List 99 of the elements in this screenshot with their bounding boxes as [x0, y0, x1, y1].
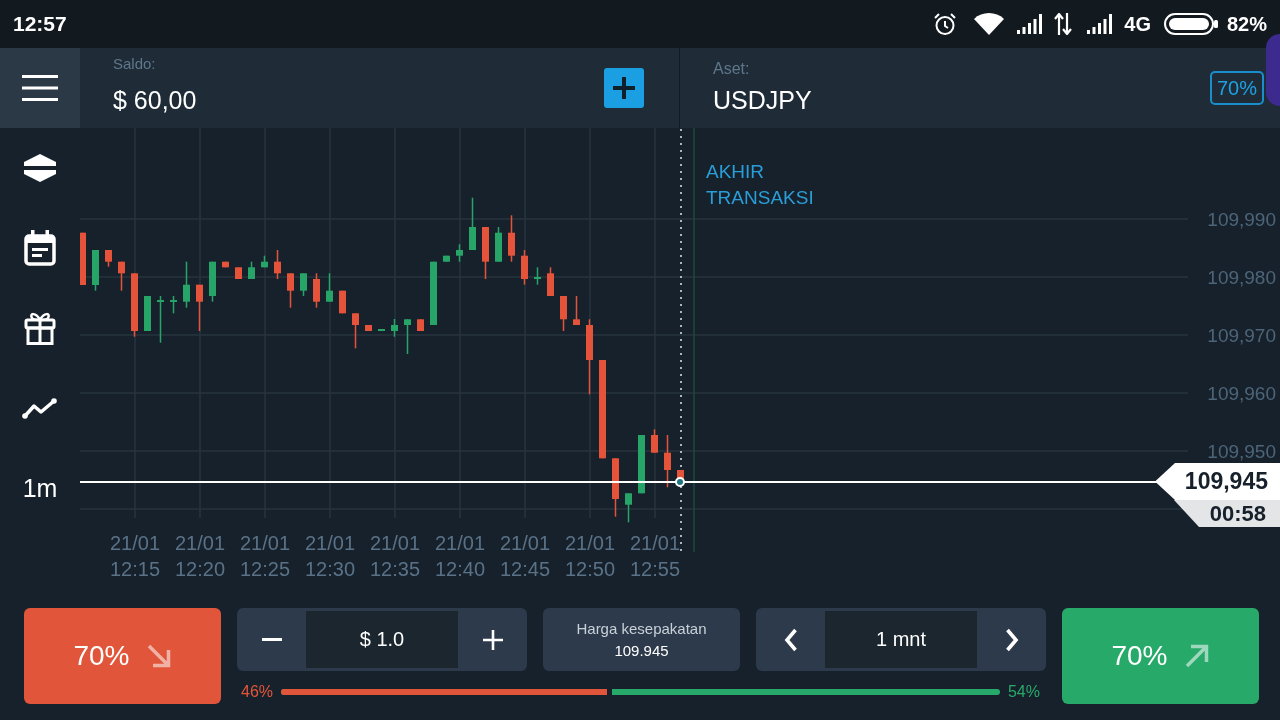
y-axis-label: 109,990 [1207, 208, 1276, 230]
battery-icon [1163, 12, 1218, 36]
signal-icon [1016, 14, 1045, 34]
candlestick [638, 435, 645, 494]
wifi-icon [974, 13, 1005, 35]
countdown-label: 00:58 [1174, 500, 1280, 527]
candlestick [261, 255, 268, 268]
minus-icon[interactable] [261, 638, 282, 641]
candlestick [92, 250, 99, 291]
duration-field[interactable]: 1 mnt [825, 611, 977, 668]
candlestick [404, 319, 411, 354]
x-axis-date: 21/01 [434, 532, 486, 554]
clock-time: 12:57 [13, 12, 67, 36]
menu-button[interactable] [0, 48, 80, 128]
x-axis-date: 21/01 [499, 532, 551, 554]
candlestick [339, 290, 346, 314]
candlestick [625, 493, 632, 523]
arrow-down-right-icon [145, 643, 172, 669]
candlestick [80, 232, 86, 285]
touch-indicator [1266, 34, 1280, 106]
x-axis-time: 12:45 [499, 558, 551, 580]
alarm-clock-icon [933, 12, 958, 36]
candlestick [547, 267, 554, 296]
candlestick [235, 267, 242, 279]
balance-label: Saldo: [113, 55, 156, 73]
y-axis-label: 109,980 [1207, 266, 1276, 288]
battery-percent: 82% [1226, 12, 1267, 36]
sentiment-up-label: 54% [1007, 683, 1040, 701]
y-axis-label: 109,960 [1207, 382, 1276, 404]
candlestick [430, 261, 437, 325]
candlestick [196, 284, 203, 331]
timeframe-selector[interactable]: 1m [22, 474, 58, 502]
candlestick [443, 255, 450, 262]
plus-icon[interactable] [482, 629, 503, 650]
x-axis-time: 12:50 [564, 558, 616, 580]
x-axis-time: 12:40 [434, 558, 486, 580]
sell-button[interactable]: 70% [24, 608, 221, 704]
candlestick [300, 273, 307, 296]
network-type: 4G [1124, 12, 1151, 36]
x-axis-date: 21/01 [629, 532, 681, 554]
x-axis-date: 21/01 [564, 532, 616, 554]
x-axis-time: 12:55 [629, 558, 681, 580]
x-axis-time: 12:20 [174, 558, 226, 580]
menu-icon [22, 75, 58, 101]
current-price-label: 109,945 [1155, 463, 1280, 500]
candlestick [131, 273, 138, 337]
candlestick [118, 261, 125, 291]
candlestick [651, 429, 658, 453]
candlestick [209, 261, 216, 302]
x-axis-time: 12:30 [304, 558, 356, 580]
gift-icon[interactable] [24, 311, 56, 345]
candlestick [352, 313, 359, 349]
y-axis-label: 109,970 [1207, 324, 1276, 346]
candlestick [508, 215, 515, 262]
signal-icon [1086, 14, 1115, 34]
candlestick [287, 273, 294, 308]
x-axis-date: 21/01 [369, 532, 421, 554]
x-axis-time: 12:35 [369, 558, 421, 580]
x-axis-date: 21/01 [304, 532, 356, 554]
payout-badge: 70% [1209, 71, 1264, 105]
plus-icon [613, 77, 635, 99]
chevron-right-icon[interactable] [1004, 627, 1019, 652]
expiry-label: AKHIR TRANSAKSI [706, 160, 814, 210]
candlestick [222, 261, 229, 268]
candlestick [274, 250, 281, 279]
x-axis-date: 21/01 [239, 532, 291, 554]
candlestick [144, 296, 151, 331]
data-arrows-icon [1054, 13, 1073, 35]
x-axis-time: 12:15 [109, 558, 161, 580]
stack-icon[interactable] [23, 153, 57, 183]
chevron-left-icon[interactable] [783, 627, 798, 652]
sentiment-down-label: 46% [241, 683, 274, 701]
asset-name[interactable]: USDJPY [713, 85, 812, 115]
calendar-icon[interactable] [24, 230, 56, 266]
add-funds-button[interactable] [604, 68, 644, 108]
candlestick [469, 197, 476, 250]
candlestick [495, 227, 502, 262]
candlestick [482, 227, 489, 279]
y-axis-label: 109,950 [1207, 440, 1276, 462]
balance-value: $ 60,00 [113, 85, 197, 115]
candlestick [560, 296, 567, 331]
amount-field[interactable]: $ 1.0 [306, 611, 458, 668]
candlestick [105, 250, 112, 267]
strike-price-label: Harga kesepakatan [576, 619, 707, 638]
candlestick [326, 273, 333, 302]
candlestick [417, 319, 424, 331]
candlestick [612, 458, 619, 517]
candlestick [573, 296, 580, 325]
x-axis-time: 12:25 [239, 558, 291, 580]
arrow-up-right-icon [1183, 643, 1210, 669]
strike-price-value: 109.945 [614, 641, 669, 660]
candlestick [391, 319, 398, 337]
x-axis-date: 21/01 [174, 532, 226, 554]
candlestick [313, 273, 320, 308]
asset-label: Aset: [713, 60, 750, 78]
x-axis-date: 21/01 [109, 532, 161, 554]
line-chart-icon[interactable] [22, 397, 58, 419]
current-price-marker [675, 477, 685, 487]
candlestick [248, 261, 255, 279]
